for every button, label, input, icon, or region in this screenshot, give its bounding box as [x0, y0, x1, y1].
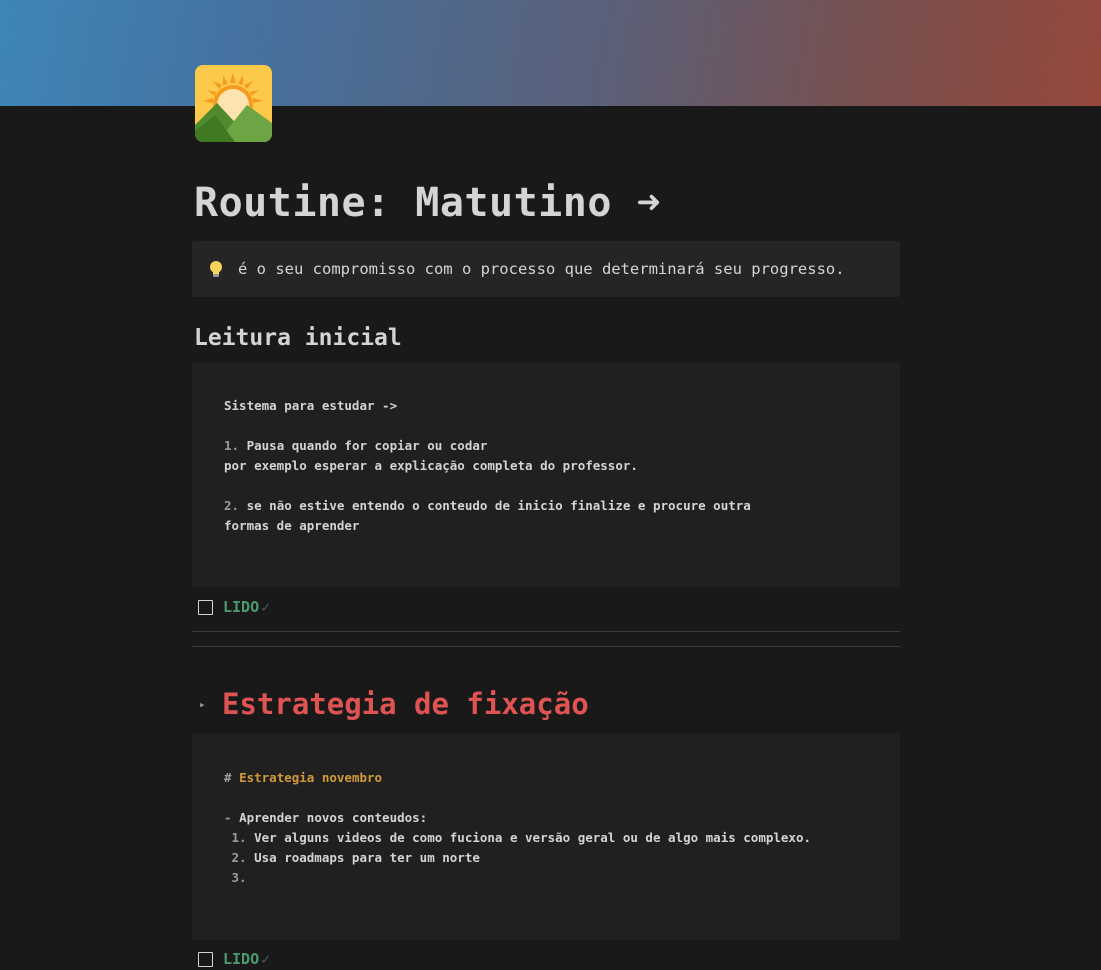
checkmark-icon: ✓	[261, 950, 271, 968]
sunrise-over-mountains-icon[interactable]	[195, 65, 272, 142]
code-block-estrategia[interactable]: # Estrategia novembro - Aprender novos c…	[192, 734, 900, 940]
code-line: 2. Usa roadmaps para ter um norte	[224, 850, 480, 865]
code-line: por exemplo esperar a explicação complet…	[224, 458, 638, 473]
code-line: formas de aprender	[224, 518, 360, 533]
code-line: - Aprender novos conteudos:	[224, 810, 428, 825]
section-heading-leitura[interactable]: Leitura inicial	[194, 325, 402, 351]
callout-block[interactable]: é o seu compromisso com o processo que d…	[192, 241, 900, 297]
todo-checkbox[interactable]	[198, 599, 213, 615]
code-line: 2. se não estive entendo o conteudo de i…	[224, 498, 751, 513]
callout-text: é o seu compromisso com o processo que d…	[238, 260, 845, 278]
page-title[interactable]: Routine: Matutino ➜	[194, 180, 661, 226]
divider	[192, 646, 900, 647]
code-line: 1. Pausa quando for copiar ou codar	[224, 438, 488, 453]
todo-item-lido[interactable]: LIDO ✓	[198, 949, 270, 969]
toggle-heading-text: Estrategia de fixação	[222, 687, 589, 721]
divider	[192, 631, 900, 632]
todo-checkbox[interactable]	[198, 951, 213, 967]
page-cover[interactable]	[0, 0, 1101, 106]
code-line: # Estrategia novembro	[224, 770, 383, 785]
code-line: 3.	[224, 870, 247, 885]
todo-label: LIDO	[223, 598, 260, 616]
toggle-arrow-icon[interactable]: ▸	[199, 698, 222, 711]
toggle-heading-estrategia[interactable]: ▸ Estrategia de fixação	[199, 687, 589, 721]
todo-item-lido[interactable]: LIDO ✓	[198, 597, 270, 617]
checkmark-icon: ✓	[261, 598, 271, 616]
code-line: 1. Ver alguns videos de como fuciona e v…	[224, 830, 812, 845]
code-block-leitura[interactable]: Sistema para estudar -> 1. Pausa quando …	[192, 362, 900, 587]
code-line: Sistema para estudar ->	[224, 398, 398, 413]
todo-label: LIDO	[223, 950, 260, 968]
lightbulb-icon	[208, 260, 224, 278]
